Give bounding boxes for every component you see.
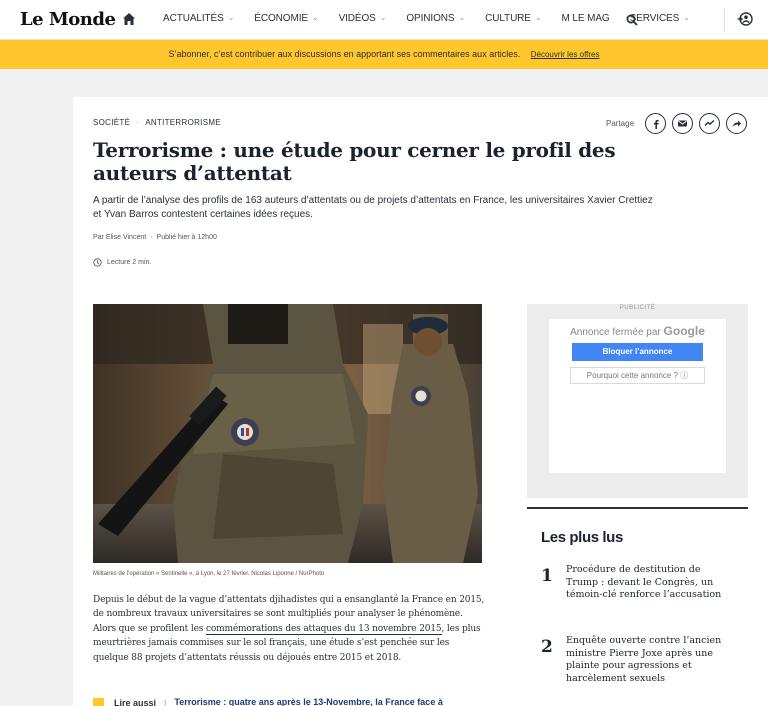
most-read-headline: Enquête ouverte contre l’ancien ministre…	[566, 635, 722, 684]
ad-label: PUBLICITÉ	[619, 305, 656, 311]
home-icon[interactable]	[122, 12, 136, 26]
nav-label: CULTURE	[485, 13, 531, 24]
share-bar: Partage	[606, 113, 748, 134]
most-read-panel: Les plus lus 1 Procédure de destitution …	[527, 507, 748, 706]
why-this-ad-text: Pourquoi cette annonce ?	[586, 371, 678, 380]
nav-item-culture[interactable]: CULTURE ⌄	[485, 13, 542, 24]
read-also-separator: |	[164, 697, 167, 706]
nav-label: OPINIONS	[406, 13, 455, 24]
breadcrumb-antiterrorisme[interactable]: ANTITERRORISME	[145, 118, 221, 127]
breadcrumb: SOCIÉTÉ · ANTITERRORISME	[93, 118, 221, 127]
most-read-rank: 1	[541, 566, 553, 586]
site-logo[interactable]: Le Monde	[20, 9, 116, 30]
share-icon	[732, 120, 742, 127]
login-icon[interactable]	[737, 11, 753, 27]
article-card: SOCIÉTÉ · ANTITERRORISME Partage Terrorism…	[73, 97, 768, 706]
email-share-button[interactable]	[672, 113, 694, 134]
nav-label: M LE MAG	[561, 13, 610, 24]
most-read-headline: Procédure de destitution de Trump : deva…	[566, 564, 722, 601]
ad-slot: PUBLICITÉ Annonce fermée par Google Bloq…	[527, 304, 748, 498]
read-also: Lire aussi | Terrorisme : quatre ans apr…	[93, 697, 443, 706]
chevron-down-icon: ⌄	[458, 13, 466, 22]
facebook-icon	[653, 119, 659, 129]
nav-label: VIDÉOS	[338, 13, 376, 24]
discover-offers-link[interactable]: Découvrir les offres	[531, 50, 600, 59]
read-also-icon	[93, 698, 104, 706]
nav-label: ÉCONOMIE	[254, 13, 308, 24]
article-photo[interactable]	[93, 304, 482, 563]
nav-item-economie[interactable]: ÉCONOMIE ⌄	[254, 13, 318, 24]
more-share-button[interactable]	[726, 113, 748, 134]
nav-item-m-le-mag[interactable]: M LE MAG	[562, 13, 610, 24]
most-read-title: Les plus lus	[541, 529, 623, 546]
block-ad-button[interactable]: Bloquer l’annonce	[572, 343, 703, 361]
mail-icon	[678, 120, 688, 127]
nav-item-services[interactable]: SERVICES ⌄	[630, 13, 690, 24]
author[interactable]: Par Elise Vincent	[93, 234, 146, 241]
read-also-link[interactable]: Terrorisme : quatre ans après le 13-Nove…	[174, 697, 442, 706]
read-also-label: Lire aussi	[114, 697, 157, 706]
search-icon[interactable]	[626, 14, 638, 26]
nav-item-opinions[interactable]: OPINIONS ⌄	[406, 13, 465, 24]
photo-caption: Militaires de l’opération « Sentinelle »…	[93, 571, 325, 577]
ad-closed-text: Annonce fermée par	[570, 327, 661, 338]
reading-time-text: Lecture 2 min.	[107, 259, 152, 266]
soldiers-photo-illustration	[93, 304, 482, 563]
share-label: Partage	[606, 119, 635, 128]
publish-date: Publié hier à 12h00	[156, 234, 217, 241]
messenger-share-button[interactable]	[699, 113, 721, 134]
article-body-paragraph: Depuis le début de la vague d’attentats …	[93, 593, 485, 665]
nav-item-videos[interactable]: VIDÉOS ⌄	[339, 13, 387, 24]
breadcrumb-separator: ·	[136, 118, 140, 127]
why-this-ad-button[interactable]: Pourquoi cette annonce ? ⓘ	[570, 367, 705, 384]
most-read-item[interactable]: 2 Enquête ouverte contre l’ancien minist…	[541, 635, 741, 685]
chevron-down-icon: ⌄	[683, 13, 690, 22]
top-navigation-bar: Le Monde ACTUALITÉS ⌄ ÉCONOMIE ⌄ VIDÉOS ⌄ O…	[0, 0, 768, 40]
byline-separator: ·	[150, 234, 153, 241]
byline: Par Elise Vincent · Publié hier à 12h00	[93, 234, 217, 241]
nav-label: ACTUALITÉS	[163, 13, 224, 24]
chevron-down-icon: ⌄	[311, 13, 319, 22]
google-brand: Google	[663, 324, 705, 338]
nav-item-actualites[interactable]: ACTUALITÉS ⌄	[163, 13, 234, 24]
article-lead: A partir de l’analyse des profils de 163…	[93, 195, 653, 220]
most-read-item[interactable]: 1 Procédure de destitution de Trump : de…	[541, 564, 741, 602]
chevron-down-icon: ⌄	[379, 13, 387, 22]
ad-closed-panel: Annonce fermée par Google Bloquer l’anno…	[549, 319, 726, 473]
reading-time: Lecture 2 min.	[93, 258, 151, 267]
clock-icon	[93, 258, 102, 267]
header-divider	[724, 8, 725, 32]
article-title: Terrorisme : une étude pour cerner le pr…	[93, 138, 616, 185]
subscribe-banner: S’abonner, c’est contribuer aux discussi…	[0, 40, 768, 69]
facebook-share-button[interactable]	[645, 113, 667, 134]
breadcrumb-societe[interactable]: SOCIÉTÉ	[93, 118, 130, 127]
info-icon: ⓘ	[680, 371, 689, 380]
ad-closed-message: Annonce fermée par Google	[549, 324, 726, 338]
most-read-rank: 2	[541, 637, 553, 657]
commemorations-link[interactable]: commémorations des attaques du 13 novemb…	[205, 623, 442, 635]
chevron-down-icon: ⌄	[534, 13, 542, 22]
banner-text: S’abonner, c’est contribuer aux discussi…	[168, 49, 521, 59]
messenger-icon	[704, 119, 715, 126]
chevron-down-icon: ⌄	[227, 13, 235, 22]
